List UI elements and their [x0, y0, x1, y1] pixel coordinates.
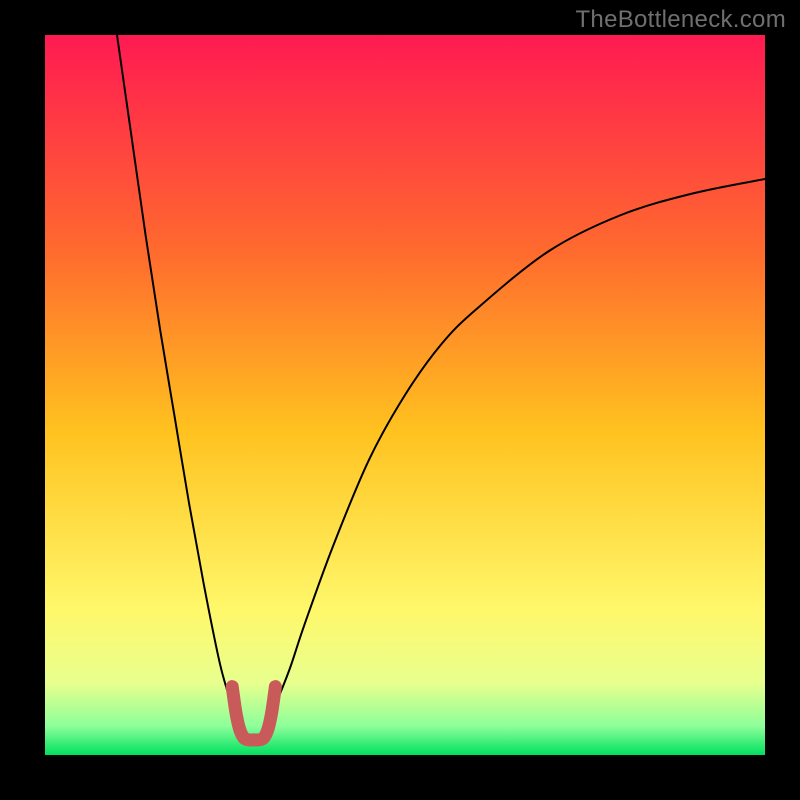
outer-frame: TheBottleneck.com — [0, 0, 800, 800]
watermark-text: TheBottleneck.com — [575, 6, 786, 34]
chart-plot-area — [45, 35, 765, 755]
chart-svg — [45, 35, 765, 755]
